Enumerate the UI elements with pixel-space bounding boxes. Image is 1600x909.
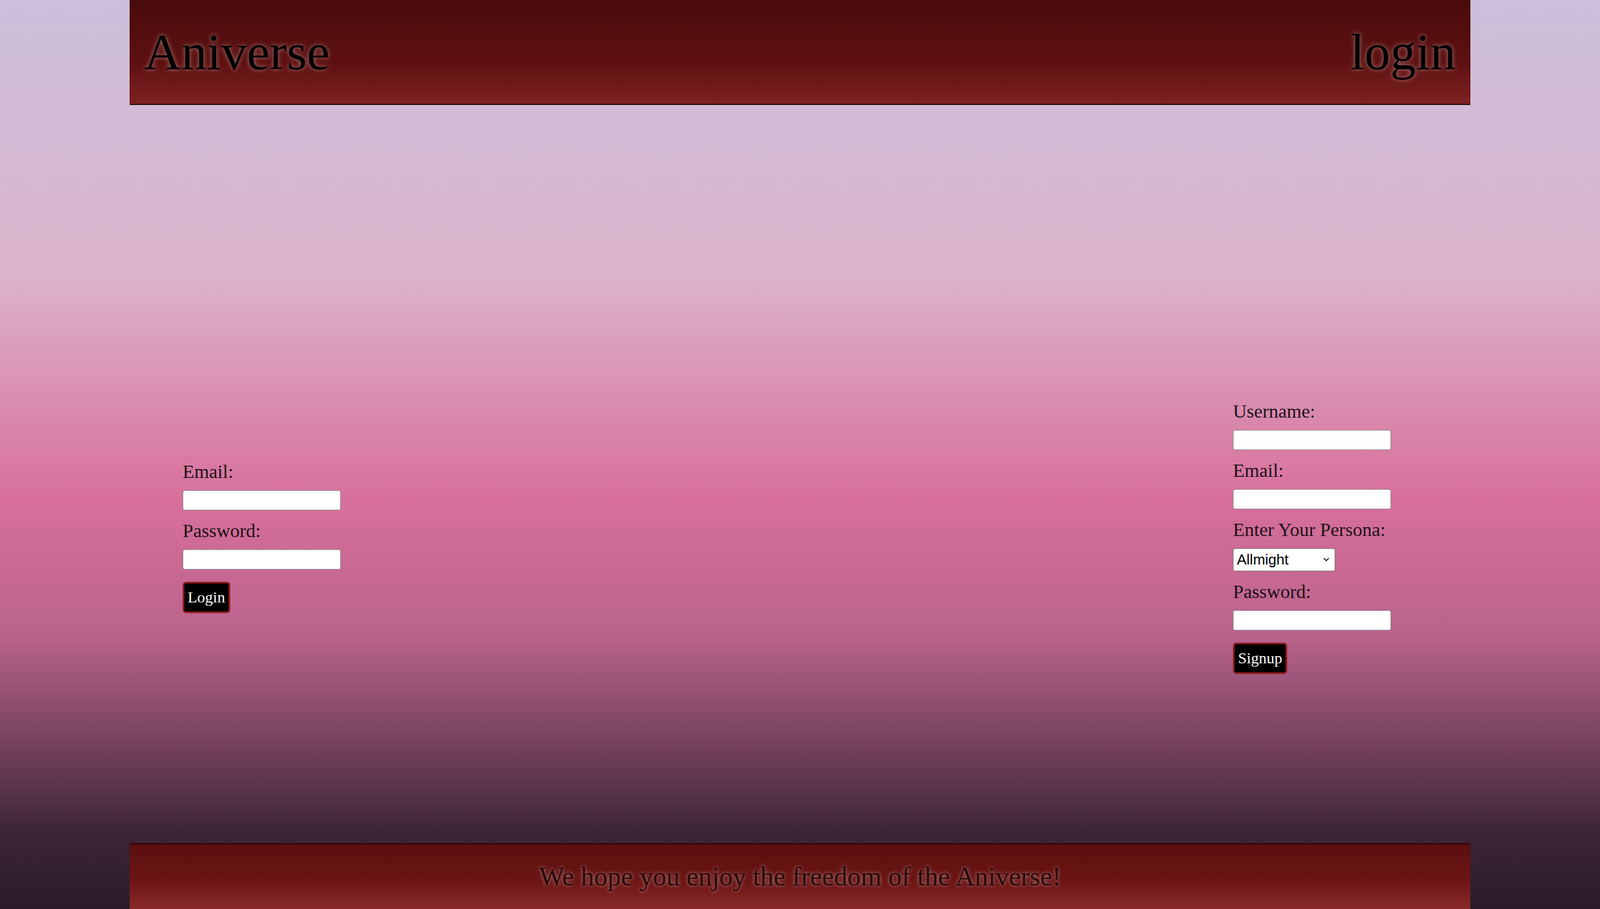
form-field: Enter Your Persona: Allmight <box>1232 516 1386 579</box>
footer-bar: We hope you enjoy the freedom of the Ani… <box>129 843 1471 909</box>
field-label: Email: <box>1232 456 1284 485</box>
field-label: Email: <box>182 458 234 487</box>
signup-button[interactable]: Signup <box>1232 643 1288 675</box>
footer-text: We hope you enjoy the freedom of the Ani… <box>539 856 1062 898</box>
login-form: Email: Password: Login <box>182 458 341 614</box>
header-bar: Aniverse login <box>129 0 1471 106</box>
site-title: Aniverse <box>144 26 330 78</box>
form-field: Password: <box>1232 578 1392 638</box>
persona-select[interactable]: Allmight <box>1232 548 1336 572</box>
chevron-down-icon <box>1321 554 1332 565</box>
form-field: Password: <box>182 517 341 577</box>
text-input[interactable] <box>182 490 341 511</box>
form-field: Username: <box>1232 397 1392 457</box>
text-input[interactable] <box>182 549 341 570</box>
form-field: Email: <box>1232 456 1392 517</box>
form-field: Email: <box>182 458 341 518</box>
field-label: Enter Your Persona: <box>1232 516 1386 545</box>
background-artwork: Email: Password: Login Username: Email: Enter… <box>129 105 1471 844</box>
page: Aniverse login Email: Password: Login Usernam… <box>0 0 1600 909</box>
select-value: Allmight <box>1236 549 1289 571</box>
field-label: Password: <box>1232 578 1312 607</box>
text-input[interactable] <box>1232 430 1392 451</box>
text-input[interactable] <box>1232 610 1392 631</box>
login-button[interactable]: Login <box>182 582 231 614</box>
field-label: Username: <box>1232 397 1316 426</box>
signup-form: Username: Email: Enter Your Persona: Allmig… <box>1232 397 1392 675</box>
login-link[interactable]: login <box>1350 26 1456 78</box>
text-input[interactable] <box>1232 489 1392 510</box>
field-label: Password: <box>182 517 261 546</box>
